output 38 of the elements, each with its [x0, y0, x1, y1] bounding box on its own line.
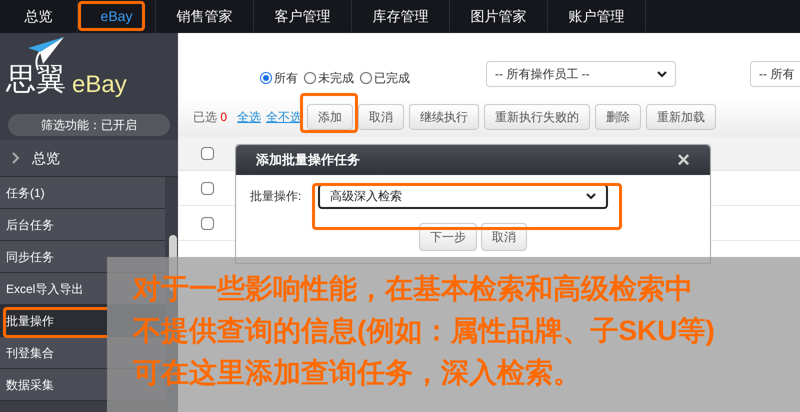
highlight-frame: [78, 1, 145, 31]
chevron-right-icon: [12, 152, 20, 164]
field-label: 批量操作:: [250, 188, 302, 205]
toolbar-button[interactable]: 删除: [595, 104, 642, 130]
selected-count: 已选 0: [193, 109, 228, 126]
toolbar-button[interactable]: 取消: [358, 104, 404, 130]
select-field[interactable]: -- 所有操作员工 --: [486, 61, 676, 87]
row-checkbox[interactable]: [201, 182, 214, 194]
sidebar-item[interactable]: 任务(1): [0, 177, 165, 209]
nav-tab[interactable]: 客户管理: [254, 0, 352, 33]
toolbar-button[interactable]: 继续执行: [409, 104, 480, 130]
select-field[interactable]: -- 所有: [750, 61, 800, 87]
radio-button[interactable]: [360, 72, 372, 84]
row-checkbox[interactable]: [201, 216, 214, 230]
toolbar-button[interactable]: 添加: [307, 104, 354, 130]
radio-button[interactable]: [260, 72, 272, 84]
highlight-frame: [300, 93, 358, 133]
filter-status: 筛选功能：已开启: [8, 114, 170, 136]
radio-option[interactable]: 已完成: [360, 69, 410, 87]
select-field[interactable]: 高级深入检索: [318, 184, 608, 208]
toolbar-button[interactable]: 重新执行失败的: [484, 104, 590, 130]
section-label: 总览: [32, 148, 60, 168]
logo-brand: eBay: [72, 73, 127, 97]
chevron-down-icon: [586, 192, 596, 200]
logo-text: 思翼: [6, 65, 66, 95]
nav-tab[interactable]: 账户管理: [548, 0, 646, 33]
chevron-down-icon: [657, 70, 667, 78]
close-button[interactable]: ×: [677, 149, 690, 171]
nav-tab[interactable]: 图片管家: [450, 0, 548, 33]
row-checkbox[interactable]: [201, 147, 214, 160]
toolbar-button[interactable]: 重新加载: [646, 104, 716, 130]
radio-button[interactable]: [304, 72, 316, 84]
dialog-title: 添加批量操作任务: [256, 151, 360, 170]
radio-option[interactable]: 未完成: [304, 69, 354, 87]
radio-option[interactable]: 所有: [260, 69, 298, 87]
sidebar-item[interactable]: 后台任务: [0, 209, 165, 241]
sidebar-section-header[interactable]: 总览: [0, 140, 178, 177]
nav-tab[interactable]: 库存管理: [352, 0, 450, 33]
